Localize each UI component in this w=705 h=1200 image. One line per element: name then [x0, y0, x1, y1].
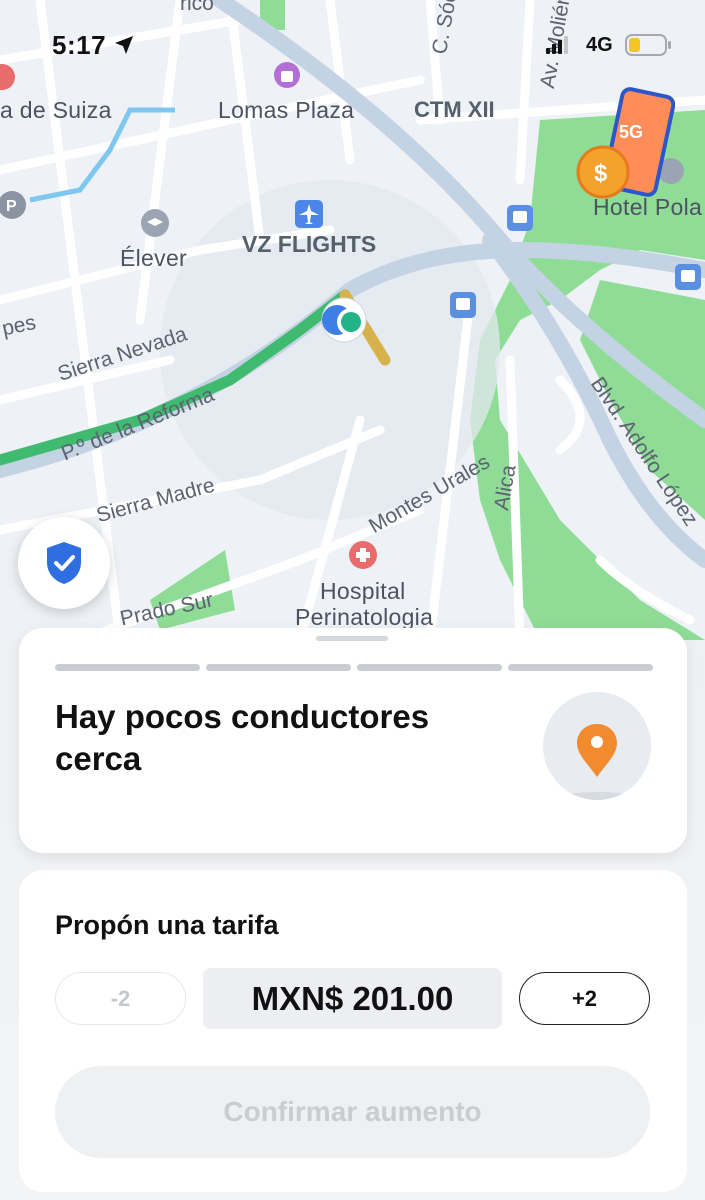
map-label: a de Suiza — [0, 97, 112, 123]
progress-segment — [55, 664, 200, 671]
map-label: CTM XII — [414, 97, 495, 122]
school-icon — [141, 209, 169, 237]
sheet-drag-handle[interactable] — [316, 636, 388, 641]
map-label: Perinatologia — [295, 604, 434, 630]
map-label: Hospital — [320, 578, 406, 604]
shield-check-icon — [47, 542, 81, 584]
status-bar: 5:17 4G — [0, 0, 705, 90]
battery-low-icon — [625, 34, 671, 56]
airport-icon — [295, 200, 323, 228]
confirm-increase-button[interactable]: Confirmar aumento — [55, 1066, 650, 1158]
fare-label: Propón una tarifa — [55, 910, 279, 940]
parking-icon: P — [0, 191, 26, 219]
bus-stop-icon — [507, 205, 533, 231]
map-label: Hotel Pola — [593, 194, 703, 220]
bus-stop-icon — [675, 264, 701, 290]
fare-value: MXN$ 201.00 — [203, 968, 502, 1029]
location-arrow-icon — [115, 36, 133, 54]
decrease-fare-button[interactable]: -2 — [55, 972, 186, 1025]
map-label: Élever — [120, 245, 187, 271]
network-type: 4G — [586, 34, 613, 56]
location-pin-icon — [543, 724, 651, 800]
progress-segment — [357, 664, 502, 671]
bus-stop-icon — [450, 292, 476, 318]
pickup-marker-icon — [321, 297, 367, 343]
progress-segment — [206, 664, 351, 671]
safety-button[interactable] — [18, 517, 110, 609]
svg-text:$: $ — [594, 160, 608, 187]
svg-text:P: P — [6, 198, 17, 215]
status-time: 5:17 — [52, 30, 107, 60]
increase-fare-button[interactable]: +2 — [519, 972, 650, 1025]
location-pin-badge — [543, 692, 651, 800]
drivers-info-title: Hay pocos conductores cerca — [55, 698, 430, 777]
map-label: VZ FLIGHTS — [242, 231, 377, 257]
progress-segment — [508, 664, 653, 671]
fare-card: Propón una tarifa -2 MXN$ 201.00 +2 Conf… — [19, 870, 687, 1192]
map-label: Lomas Plaza — [218, 97, 355, 123]
signal-icon — [546, 36, 568, 54]
promo-5g-icon[interactable]: 5G $ — [575, 86, 675, 201]
hospital-icon — [349, 541, 377, 569]
promo-5g-label: 5G — [619, 122, 643, 142]
drivers-info-card: Hay pocos conductores cerca — [19, 628, 687, 853]
progress-bar — [55, 664, 653, 671]
